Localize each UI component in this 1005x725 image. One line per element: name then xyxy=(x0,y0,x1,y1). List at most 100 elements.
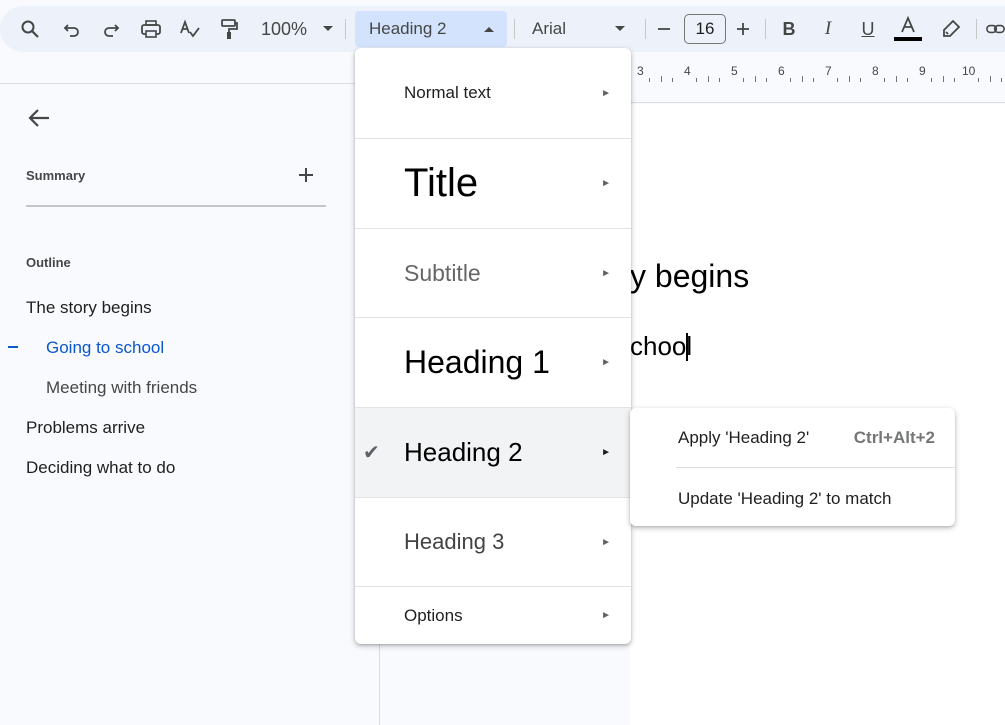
menu-item-heading-2[interactable]: ✔ Heading 2 ► xyxy=(355,408,631,497)
submenu-arrow-icon: ► xyxy=(601,447,611,458)
menu-item-label: Normal text xyxy=(404,83,491,102)
zoom-dropdown-icon[interactable] xyxy=(318,6,338,52)
back-arrow-icon[interactable] xyxy=(26,106,52,132)
ruler-tick xyxy=(719,78,721,82)
ruler-tick xyxy=(1001,78,1003,82)
ruler-tick xyxy=(895,76,897,82)
add-summary-icon[interactable] xyxy=(296,165,316,185)
ruler-tick xyxy=(907,78,909,82)
paragraph-style-menu: Normal text ► Title ► Subtitle ► Heading… xyxy=(355,48,631,644)
submenu-arrow-icon: ► xyxy=(601,536,611,548)
apply-heading-2-item[interactable]: Apply 'Heading 2' xyxy=(678,428,809,448)
redo-icon[interactable] xyxy=(99,6,123,52)
highlight-icon[interactable] xyxy=(939,6,963,52)
toolbar-divider xyxy=(514,19,515,39)
ruler-tick xyxy=(977,78,979,82)
spellcheck-icon[interactable] xyxy=(178,6,202,52)
submenu-arrow-icon: ► xyxy=(601,610,611,621)
font-value: Arial xyxy=(532,19,567,38)
menu-item-subtitle[interactable]: Subtitle ► xyxy=(355,229,631,318)
ruler-tick xyxy=(789,78,791,82)
ruler-tick xyxy=(766,78,768,82)
outline-heading: Outline xyxy=(26,255,71,270)
increase-size-icon[interactable] xyxy=(732,6,754,52)
active-outline-indicator xyxy=(8,346,18,348)
ruler-tick xyxy=(954,78,956,82)
summary-heading: Summary xyxy=(26,168,86,183)
paragraph-style-value: Heading 2 xyxy=(369,19,447,38)
italic-icon[interactable]: I xyxy=(816,6,840,52)
text-cursor xyxy=(686,333,688,361)
ruler-tick xyxy=(660,76,662,82)
heading-1-text: y begins xyxy=(630,258,750,294)
zoom-select[interactable]: 100% xyxy=(258,6,310,52)
ruler-tick xyxy=(695,78,697,82)
checkmark-icon: ✔ xyxy=(363,442,380,464)
print-icon[interactable] xyxy=(139,6,163,52)
menu-item-title[interactable]: Title ► xyxy=(355,139,631,228)
zoom-value: 100% xyxy=(260,18,308,39)
ruler-tick xyxy=(989,76,991,82)
menu-item-label: Heading 1 xyxy=(404,344,550,380)
ruler-number: 3 xyxy=(637,64,644,78)
toolbar-divider xyxy=(345,19,346,39)
menu-item-label: Options xyxy=(404,605,463,625)
menu-item-options[interactable]: Options ► xyxy=(355,587,631,644)
ruler-tick xyxy=(883,78,885,82)
undo-icon[interactable] xyxy=(60,6,84,52)
toolbar-divider xyxy=(765,19,766,39)
toolbar-divider xyxy=(645,19,646,39)
ruler-tick xyxy=(860,78,862,82)
ruler-number: 5 xyxy=(731,64,738,78)
menu-item-label: Heading 2 xyxy=(404,437,523,467)
menu-item-label: Subtitle xyxy=(404,260,481,286)
paragraph-style-select[interactable]: Heading 2 xyxy=(355,11,507,47)
apply-shortcut: Ctrl+Alt+2 xyxy=(853,428,935,447)
font-size-input[interactable]: 16 xyxy=(684,14,726,44)
text-color-icon[interactable] xyxy=(893,6,923,52)
summary-divider xyxy=(26,205,326,207)
link-icon[interactable] xyxy=(986,6,1005,52)
ruler-number: 7 xyxy=(825,64,832,78)
font-select[interactable]: Arial xyxy=(532,11,632,47)
toolbar: 100% Heading 2 Arial 16 B I U xyxy=(0,6,1005,52)
paint-format-icon[interactable] xyxy=(217,6,241,52)
ruler-tick xyxy=(801,76,803,82)
ruler-tick xyxy=(813,78,815,82)
horizontal-ruler[interactable]: 3 4 5 6 7 8 9 10 xyxy=(630,57,1005,103)
submenu-arrow-icon: ► xyxy=(601,268,611,279)
ruler-tick xyxy=(672,78,674,82)
menu-item-normal-text[interactable]: Normal text ► xyxy=(355,48,631,138)
ruler-number: 6 xyxy=(778,64,785,78)
chevron-up-icon xyxy=(484,27,494,32)
submenu-arrow-icon: ► xyxy=(601,357,611,368)
ruler-tick xyxy=(836,78,838,82)
ruler-tick xyxy=(754,76,756,82)
outline-item-problems-arrive[interactable]: Problems arrive xyxy=(26,418,145,438)
ruler-tick xyxy=(648,78,650,82)
document-heading-1[interactable]: y begins xyxy=(630,258,760,295)
ruler-number: 4 xyxy=(684,64,691,78)
menu-item-heading-3[interactable]: Heading 3 ► xyxy=(355,498,631,586)
bold-icon[interactable]: B xyxy=(777,6,801,52)
heading-2-submenu: Apply 'Heading 2' Ctrl+Alt+2 Update 'Hea… xyxy=(630,408,955,526)
update-heading-2-item[interactable]: Update 'Heading 2' to match xyxy=(678,489,891,509)
outline-item-the-story-begins[interactable]: The story begins xyxy=(26,298,152,318)
outline-item-going-to-school[interactable]: Going to school xyxy=(46,338,164,358)
decrease-size-icon[interactable] xyxy=(653,6,675,52)
outline-item-deciding-what-to-do[interactable]: Deciding what to do xyxy=(26,458,175,478)
ruler-tick xyxy=(930,78,932,82)
submenu-arrow-icon: ► xyxy=(601,87,611,99)
document-heading-2[interactable]: chool xyxy=(630,331,692,362)
ruler-tick xyxy=(848,76,850,82)
menu-item-label: Title xyxy=(404,161,479,205)
ruler-number: 8 xyxy=(872,64,879,78)
submenu-arrow-icon: ► xyxy=(601,178,611,189)
underline-icon[interactable]: U xyxy=(856,6,880,52)
search-icon[interactable] xyxy=(18,6,42,52)
ruler-tick xyxy=(942,76,944,82)
toolbar-divider xyxy=(976,19,977,39)
outline-item-meeting-with-friends[interactable]: Meeting with friends xyxy=(46,378,197,398)
menu-item-heading-1[interactable]: Heading 1 ► xyxy=(355,318,631,407)
ruler-tick xyxy=(707,76,709,82)
